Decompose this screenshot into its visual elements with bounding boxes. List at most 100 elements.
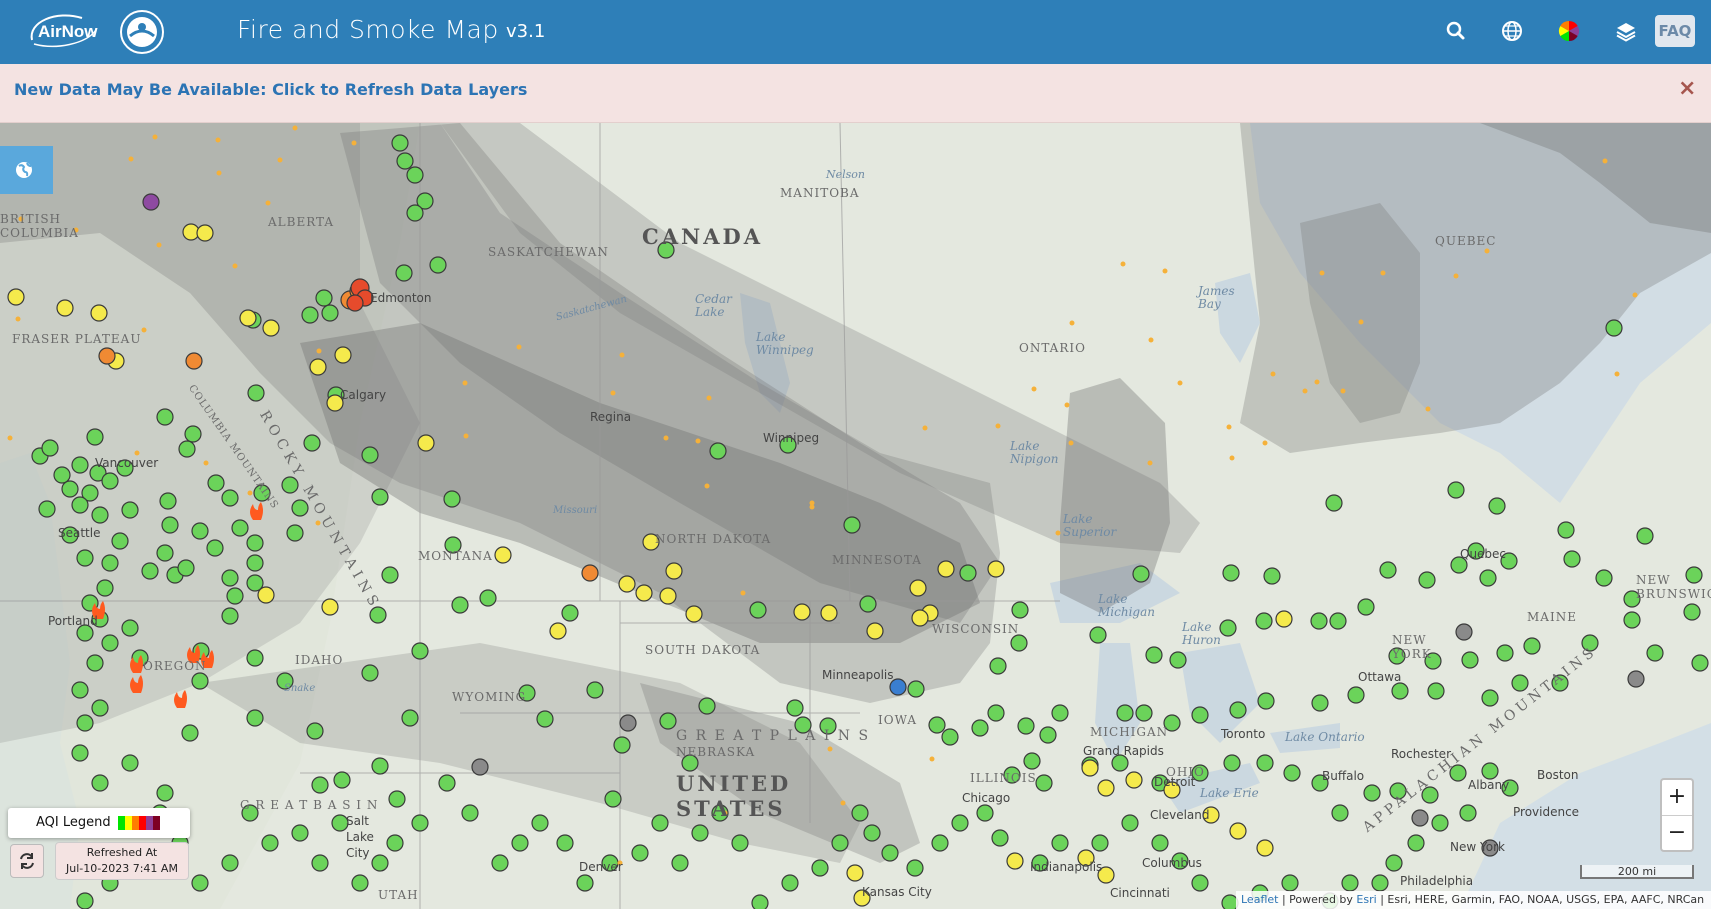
label-nelson: Nelson bbox=[826, 168, 866, 181]
label-utah: UTAH bbox=[378, 888, 419, 902]
label-indianapolis: Indianapolis bbox=[1030, 860, 1103, 874]
globe-icon[interactable] bbox=[1499, 18, 1525, 44]
zoom-control: + − bbox=[1660, 778, 1694, 852]
esri-link[interactable]: Esri bbox=[1356, 893, 1376, 906]
label-edmonton: Edmonton bbox=[370, 291, 432, 305]
label-grand-rapids: Grand Rapids bbox=[1083, 744, 1164, 758]
label-calgary: Calgary bbox=[340, 388, 387, 402]
label-toronto: Toronto bbox=[1221, 727, 1266, 741]
label-philadelphia: Philadelphia bbox=[1400, 874, 1474, 888]
label-great-basin: G R E A T B A S I N bbox=[240, 798, 379, 812]
label-quebec: QUEBEC bbox=[1435, 234, 1497, 248]
label-nebraska: NEBRASKA bbox=[676, 745, 756, 759]
legend-swatch-very-unhealthy bbox=[146, 816, 153, 830]
refresh-icon bbox=[20, 853, 34, 869]
scale-bar: 200 mi bbox=[1580, 865, 1694, 879]
airnow-logo[interactable]: AirNow bbox=[26, 10, 98, 50]
label-portland: Portland bbox=[48, 614, 98, 628]
zoom-out-button[interactable]: − bbox=[1662, 816, 1692, 851]
label-lake-ontario: Lake Ontario bbox=[1285, 730, 1365, 744]
powered-by-text: | Powered by bbox=[1281, 893, 1353, 906]
label-saskatchewan: SASKATCHEWAN bbox=[488, 245, 609, 259]
label-fraser-plateau: FRASER PLATEAU bbox=[12, 332, 142, 346]
label-oregon: OREGON bbox=[143, 659, 207, 673]
label-kansas-city: Kansas City bbox=[862, 885, 932, 899]
label-snake-river: Snake bbox=[284, 683, 316, 694]
label-columbus: Columbus bbox=[1142, 856, 1202, 870]
label-seattle: Seattle bbox=[58, 526, 101, 540]
label-detroit: Detroit bbox=[1154, 775, 1196, 789]
legend-swatch-hazardous bbox=[153, 816, 160, 830]
map-canvas[interactable]: CANADA UNITED STATES G R E A T P L A I N… bbox=[0, 123, 1711, 909]
label-illinois: ILLINOIS bbox=[970, 771, 1037, 785]
label-south-dakota: SOUTH DAKOTA bbox=[645, 643, 761, 657]
refreshed-at-label: Refreshed At bbox=[86, 846, 158, 859]
refresh-notice-bar[interactable]: New Data May Be Available: Click to Refr… bbox=[0, 64, 1711, 123]
label-north-dakota: NORTH DAKOTA bbox=[655, 532, 772, 546]
legend-swatch-unhealthy bbox=[139, 816, 146, 830]
label-canada: CANADA bbox=[642, 224, 764, 249]
basemap-toggle-button[interactable] bbox=[0, 146, 53, 194]
label-ontario: ONTARIO bbox=[1019, 341, 1086, 355]
label-cincinnati: Cincinnati bbox=[1110, 886, 1170, 900]
refreshed-at-box: Refreshed At Jul-10-2023 7:41 AM bbox=[55, 842, 189, 880]
label-denver: Denver bbox=[579, 860, 623, 874]
label-minnesota: MINNESOTA bbox=[832, 553, 922, 567]
label-cedar-lake: Cedar Lake bbox=[695, 292, 732, 319]
label-lake-erie: Lake Erie bbox=[1200, 786, 1259, 800]
layers-icon[interactable] bbox=[1613, 18, 1639, 44]
label-lake-huron: Lake Huron bbox=[1182, 620, 1221, 647]
label-lake-michigan: Lake Michigan bbox=[1098, 592, 1155, 619]
airnow-logo-text: AirNow bbox=[38, 22, 98, 41]
faq-button[interactable]: FAQ bbox=[1655, 15, 1695, 47]
label-lake-superior: Lake Superior bbox=[1063, 512, 1117, 539]
label-idaho: IDAHO bbox=[295, 653, 344, 667]
refresh-notice-text[interactable]: New Data May Be Available: Click to Refr… bbox=[14, 80, 527, 99]
version-label: v3.1 bbox=[506, 21, 546, 42]
label-vancouver: Vancouver bbox=[95, 456, 159, 470]
label-minneapolis: Minneapolis bbox=[822, 668, 894, 682]
map-attribution: Leaflet | Powered by Esri | Esri, HERE, … bbox=[1236, 891, 1711, 909]
label-boston: Boston bbox=[1537, 768, 1579, 782]
color-wheel-icon[interactable] bbox=[1556, 18, 1582, 44]
close-icon[interactable]: × bbox=[1678, 76, 1696, 101]
refresh-button[interactable] bbox=[10, 844, 44, 878]
label-lake-nipigon: Lake Nipigon bbox=[1010, 439, 1059, 466]
app-header: AirNow Fire and Smoke Map v3.1 FAQ bbox=[0, 0, 1711, 64]
zoom-in-button[interactable]: + bbox=[1662, 780, 1692, 816]
legend-swatch-moderate bbox=[125, 816, 132, 830]
label-buffalo: Buffalo bbox=[1322, 769, 1365, 783]
label-winnipeg: Winnipeg bbox=[763, 431, 820, 445]
legend-swatch-usg bbox=[132, 816, 139, 830]
epa-seal-icon[interactable] bbox=[120, 10, 164, 54]
label-quebec-city: Quebec bbox=[1460, 547, 1507, 561]
label-alberta: ALBERTA bbox=[268, 215, 335, 229]
label-ottawa: Ottawa bbox=[1358, 670, 1402, 684]
aqi-legend-button[interactable]: AQI Legend bbox=[8, 808, 190, 838]
label-wyoming: WYOMING bbox=[452, 690, 527, 704]
page-title: Fire and Smoke Map bbox=[237, 15, 499, 44]
label-montana: MONTANA bbox=[418, 549, 493, 563]
label-michigan: MICHIGAN bbox=[1090, 725, 1169, 739]
attribution-sources: | Esri, HERE, Garmin, FAO, NOAA, USGS, E… bbox=[1380, 893, 1705, 906]
label-new-york: NEW YORK bbox=[1392, 633, 1432, 661]
label-salt-lake: Salt Lake City bbox=[346, 814, 374, 860]
label-cleveland: Cleveland bbox=[1150, 808, 1210, 822]
label-iowa: IOWA bbox=[878, 713, 917, 727]
leaflet-link[interactable]: Leaflet bbox=[1241, 893, 1278, 906]
label-rochester: Rochester bbox=[1391, 747, 1451, 761]
label-maine: MAINE bbox=[1527, 610, 1577, 624]
label-new-brunswick: NEW BRUNSWICK bbox=[1636, 573, 1711, 601]
label-lake-winnipeg: Lake Winnipeg bbox=[756, 330, 814, 357]
label-missouri-river: Missouri bbox=[553, 505, 598, 516]
label-providence: Providence bbox=[1513, 805, 1580, 819]
search-icon[interactable] bbox=[1443, 18, 1469, 44]
label-wisconsin: WISCONSIN bbox=[932, 622, 1020, 636]
label-regina: Regina bbox=[590, 410, 632, 424]
label-albany: Albany bbox=[1468, 778, 1510, 792]
label-british-columbia: BRITISH COLUMBIA bbox=[0, 212, 79, 240]
label-new-york-city: New York bbox=[1450, 840, 1505, 854]
refreshed-at-timestamp: Jul-10-2023 7:41 AM bbox=[66, 862, 178, 875]
label-great-plains: G R E A T P L A I N S bbox=[676, 728, 871, 744]
legend-swatch-good bbox=[118, 816, 125, 830]
